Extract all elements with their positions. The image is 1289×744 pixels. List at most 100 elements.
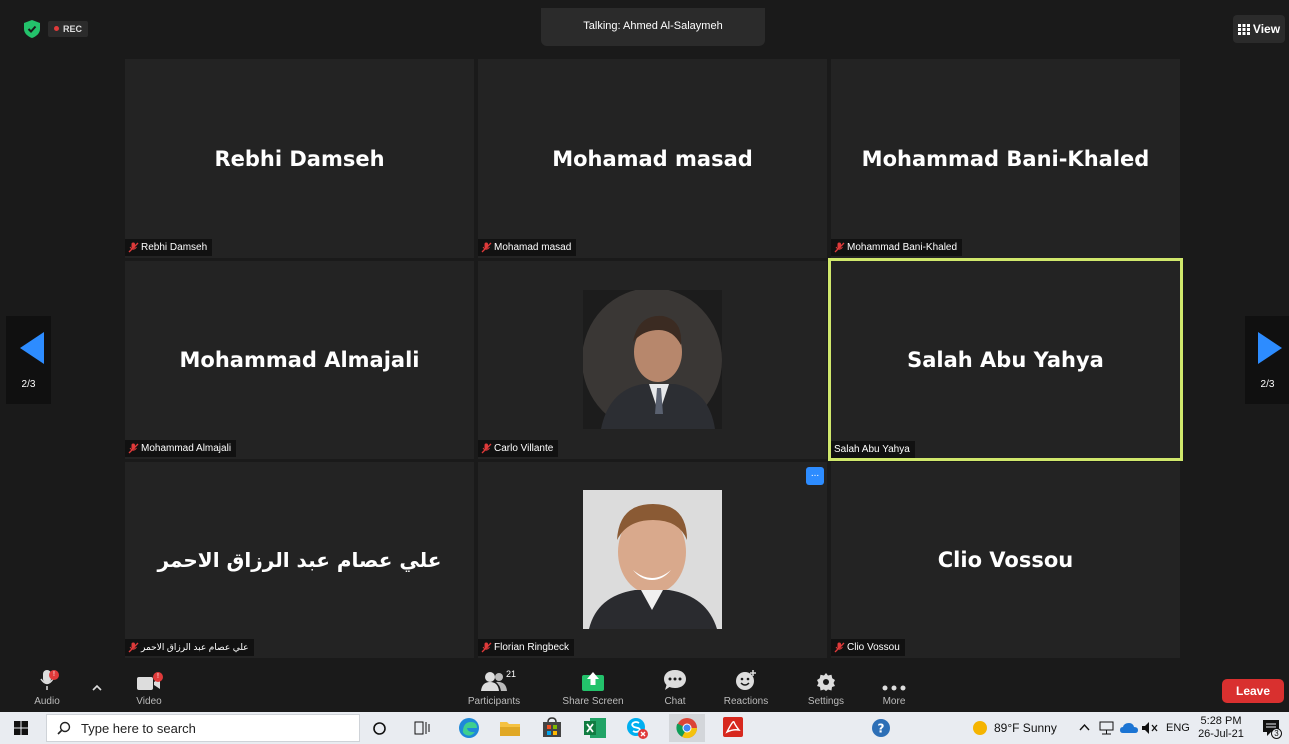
- participant-name-tag: Clio Vossou: [831, 639, 905, 656]
- help-icon[interactable]: ?: [871, 718, 891, 738]
- more-dots-icon: [882, 685, 906, 691]
- participants-label: Participants: [467, 696, 521, 707]
- clock-time: 5:28 PM: [1200, 715, 1242, 727]
- video-tile[interactable]: Mohamad masad Mohamad masad: [478, 59, 827, 258]
- active-speaker-banner: Talking: Ahmed Al-Salaymeh: [541, 8, 765, 46]
- chevron-up-tray-icon[interactable]: [1079, 723, 1090, 731]
- participant-tag-label: علي عصام عبد الرزاق الاحمر: [141, 642, 249, 652]
- acrobat-icon[interactable]: [723, 717, 743, 737]
- video-tile[interactable]: Mohammad Bani-Khaled Mohammad Bani-Khale…: [831, 59, 1180, 258]
- excel-icon[interactable]: [584, 718, 606, 738]
- participant-display-name: Salah Abu Yahya: [907, 347, 1104, 372]
- video-button[interactable]: ! Video: [128, 665, 170, 712]
- participant-tag-label: Florian Ringbeck: [494, 642, 570, 653]
- audio-button[interactable]: ! Audio: [26, 665, 68, 712]
- participant-name-tag: Rebhi Damseh: [125, 239, 213, 256]
- notifications-count: 3: [1271, 728, 1282, 739]
- participant-tag-label: Clio Vossou: [847, 642, 900, 653]
- language-indicator[interactable]: ENG: [1166, 712, 1190, 744]
- sun-icon: [973, 721, 987, 735]
- search-icon: [57, 721, 71, 735]
- taskbar-search-box[interactable]: Type here to search: [46, 714, 360, 742]
- participant-video-photo: [583, 490, 722, 629]
- muted-mic-icon: [834, 642, 845, 653]
- speaker-muted-icon[interactable]: [1142, 722, 1158, 734]
- participant-tag-label: Rebhi Damseh: [141, 242, 208, 253]
- view-label: View: [1252, 22, 1281, 36]
- participant-name-tag: علي عصام عبد الرزاق الاحمر: [125, 639, 254, 656]
- security-shield-icon[interactable]: [24, 20, 40, 38]
- share-screen-icon: [582, 672, 604, 691]
- participants-count: 21: [506, 669, 517, 679]
- windows-start-icon[interactable]: [14, 721, 28, 735]
- weather-widget[interactable]: 89°F Sunny: [972, 712, 1057, 744]
- chrome-icon[interactable]: [669, 714, 705, 742]
- meeting-top-bar: REC Talking: Ahmed Al-Salaymeh View: [0, 0, 1289, 50]
- muted-mic-icon: [481, 242, 492, 253]
- cortana-icon[interactable]: [373, 722, 386, 735]
- more-button[interactable]: More: [872, 665, 916, 712]
- recording-indicator[interactable]: REC: [48, 21, 89, 37]
- settings-button[interactable]: Settings: [803, 665, 849, 712]
- video-tile[interactable]: Clio Vossou Clio Vossou: [831, 462, 1180, 658]
- active-speaker-tile[interactable]: Salah Abu Yahya Salah Abu Yahya: [828, 258, 1183, 461]
- store-icon[interactable]: [542, 717, 562, 737]
- video-tile[interactable]: علي عصام عبد الرزاق الاحمر علي عصام عبد …: [125, 462, 474, 658]
- weather-text: 89°F Sunny: [994, 721, 1057, 735]
- share-screen-button[interactable]: Share Screen: [556, 665, 630, 712]
- muted-mic-icon: [481, 642, 492, 653]
- participant-name-tag: Salah Abu Yahya: [831, 441, 915, 458]
- video-tile[interactable]: Florian Ringbeck: [478, 462, 827, 658]
- onedrive-icon[interactable]: [1120, 723, 1138, 733]
- chat-button[interactable]: Chat: [654, 665, 696, 712]
- participants-button[interactable]: 21 Participants: [458, 665, 530, 712]
- share-screen-label: Share Screen: [562, 696, 624, 707]
- meeting-toolbar: ! Audio ! Video 21 Participants Share Sc…: [0, 665, 1289, 712]
- video-tile[interactable]: Rebhi Damseh Rebhi Damseh: [125, 59, 474, 258]
- search-placeholder: Type here to search: [81, 720, 196, 736]
- windows-taskbar: Type here to search ? 89°F Sunny ENG 5:2…: [0, 712, 1289, 744]
- more-label: More: [882, 696, 906, 707]
- chat-label: Chat: [664, 696, 686, 707]
- next-page-button[interactable]: 2/3: [1245, 316, 1289, 404]
- leave-meeting-button[interactable]: Leave: [1222, 679, 1284, 703]
- video-tile[interactable]: Carlo Villante: [478, 261, 827, 459]
- grid-view-icon: [1237, 23, 1250, 35]
- participant-name-tag: Carlo Villante: [478, 440, 559, 457]
- edge-browser-icon[interactable]: [458, 717, 480, 739]
- video-tile[interactable]: Mohammad Almajali Mohammad Almajali: [125, 261, 474, 459]
- skype-icon[interactable]: [626, 717, 648, 739]
- participant-display-name: Rebhi Damseh: [214, 146, 385, 171]
- participant-tag-label: Mohammad Almajali: [141, 443, 232, 454]
- participant-name-tag: Florian Ringbeck: [478, 639, 575, 656]
- page-indicator-left: 2/3: [21, 379, 36, 390]
- muted-mic-icon: [128, 642, 139, 653]
- participant-display-name: Clio Vossou: [937, 548, 1074, 572]
- video-warning-badge: !: [153, 672, 163, 682]
- svg-text:?: ?: [878, 722, 885, 736]
- reactions-label: Reactions: [723, 696, 769, 707]
- muted-mic-icon: [834, 242, 845, 253]
- arrow-right-icon: [1258, 332, 1282, 364]
- view-button[interactable]: View: [1233, 15, 1285, 43]
- smiley-add-icon: [736, 670, 756, 690]
- participant-display-name: Mohammad Bani-Khaled: [861, 146, 1150, 171]
- network-icon[interactable]: [1099, 721, 1115, 735]
- more-options-button[interactable]: ...: [806, 467, 824, 485]
- page-indicator-right: 2/3: [1260, 379, 1275, 390]
- participant-name-tag: Mohammad Bani-Khaled: [831, 239, 963, 256]
- taskbar-clock[interactable]: 5:28 PM 26-Jul-21: [1197, 715, 1245, 741]
- clock-date: 26-Jul-21: [1198, 728, 1244, 740]
- participant-tag-label: Carlo Villante: [494, 443, 554, 454]
- muted-mic-icon: [481, 443, 492, 454]
- recording-dot-icon: [54, 26, 59, 32]
- video-label: Video: [136, 696, 162, 707]
- previous-page-button[interactable]: 2/3: [6, 316, 51, 404]
- task-view-icon[interactable]: [414, 721, 430, 735]
- reactions-button[interactable]: Reactions: [716, 665, 776, 712]
- file-explorer-icon[interactable]: [500, 719, 520, 736]
- audio-label: Audio: [34, 696, 60, 707]
- participant-display-name: Mohamad masad: [552, 146, 753, 171]
- audio-options-button[interactable]: [88, 665, 106, 712]
- muted-mic-icon: [128, 443, 139, 454]
